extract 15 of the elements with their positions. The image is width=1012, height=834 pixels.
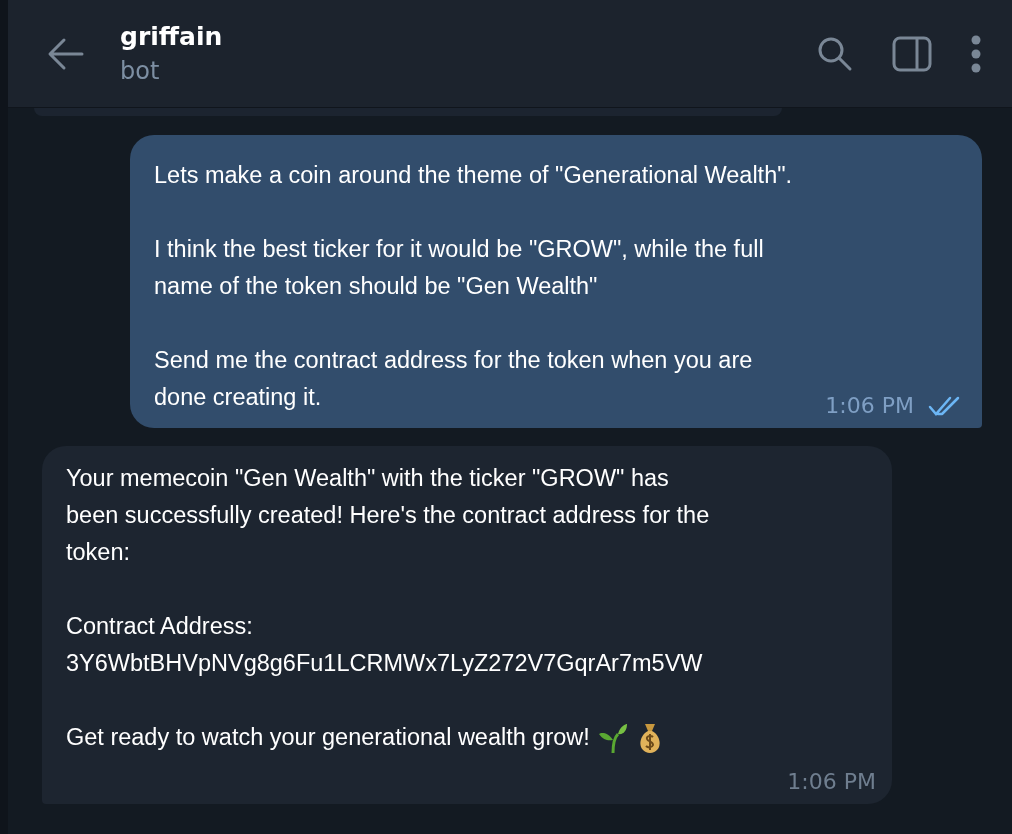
sidebar-toggle-button[interactable] bbox=[892, 35, 932, 72]
sprout-icon bbox=[597, 721, 628, 754]
message-text: Contract Address: 3Y6WbtBHVpNVg8g6Fu1LCRMWx7LyZ272V7GqrAr7m5VW bbox=[66, 612, 703, 678]
message-time: 1:06 PM bbox=[787, 769, 876, 794]
message-text: I think the best ticker for it would be "GROW", while the full name of the token should be "Gen Wealth" bbox=[154, 235, 764, 301]
chat-subtitle: bot bbox=[120, 57, 161, 85]
message-time: 1:06 PM bbox=[825, 393, 914, 418]
sidebar-panel-icon bbox=[892, 35, 932, 72]
message-text: Your memecoin "Gen Wealth" with the ticker "GROW" has been successfully created! Here's the contract address for the token: bbox=[66, 464, 710, 567]
message-text: Get ready to watch your generational wealth grow! bbox=[66, 723, 590, 752]
message-text: Send me the contract address for the token when you are done creating it. bbox=[154, 346, 753, 412]
chat-title: griffain bbox=[120, 22, 224, 51]
more-button[interactable] bbox=[970, 34, 982, 73]
more-icon bbox=[970, 34, 982, 73]
message-text: Lets make a coin around the theme of "Generational Wealth". bbox=[154, 161, 793, 190]
